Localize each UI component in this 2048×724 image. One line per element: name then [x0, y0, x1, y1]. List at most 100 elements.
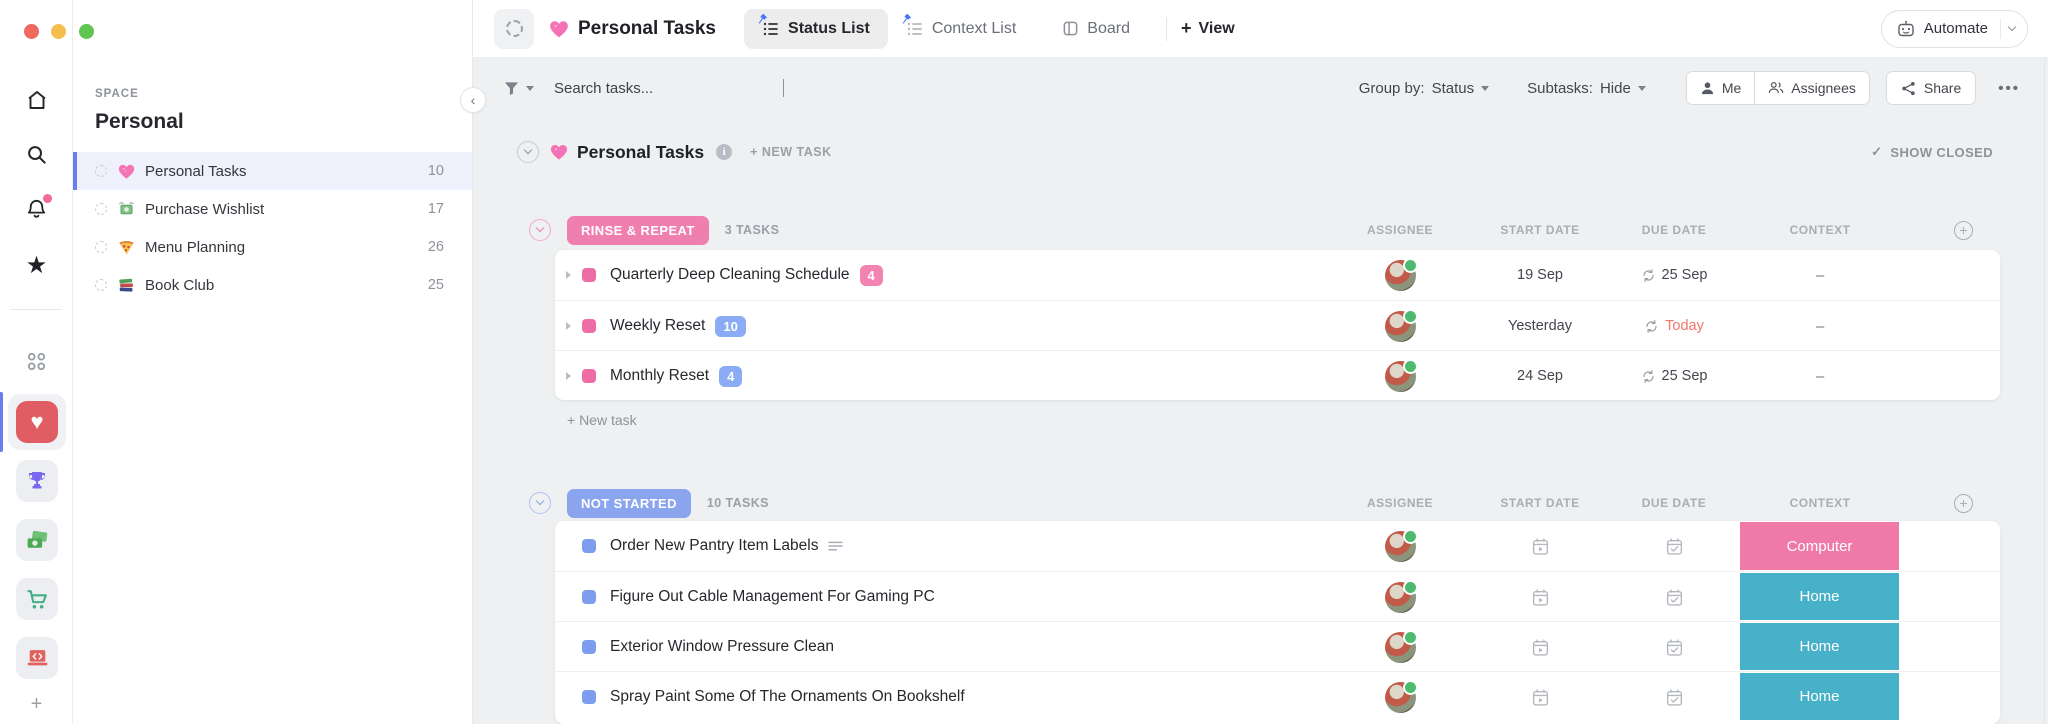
task-row[interactable]: Weekly Reset 10 Yesterday Today – [555, 300, 2000, 350]
assignee-avatar[interactable] [1384, 308, 1418, 342]
add-space-button[interactable]: + [0, 693, 73, 716]
subtask-count-badge[interactable]: 10 [715, 315, 746, 337]
spaces-grid-icon[interactable] [24, 349, 49, 374]
chevron-down-icon[interactable] [2007, 22, 2017, 31]
context-tag[interactable]: Computer [1740, 522, 1899, 570]
context-tag[interactable]: Home [1740, 573, 1899, 620]
tab-board[interactable]: Board [1044, 9, 1148, 49]
column-header-due-date[interactable]: DUE DATE [1614, 210, 1734, 250]
set-due-date[interactable] [1594, 622, 1754, 672]
list-icon-chip[interactable] [494, 8, 534, 49]
status-square-icon[interactable] [582, 319, 596, 333]
traffic-light-close[interactable] [24, 24, 39, 39]
info-icon[interactable]: i [716, 144, 733, 160]
expand-caret-icon[interactable] [566, 322, 571, 330]
group-status-badge[interactable]: NOT STARTED [567, 488, 691, 518]
sidebar-collapse-button[interactable]: ‹ [460, 87, 486, 113]
column-header-context[interactable]: CONTEXT [1760, 483, 1880, 523]
notifications-icon[interactable] [24, 194, 52, 221]
add-view-button[interactable]: + View [1181, 18, 1235, 39]
group-status-badge[interactable]: RINSE & REPEAT [567, 215, 709, 245]
assignee-avatar[interactable] [1384, 579, 1418, 613]
favorites-icon[interactable]: ★ [24, 253, 49, 278]
subtask-count-badge[interactable]: 4 [719, 365, 743, 387]
context-tag[interactable]: Home [1740, 673, 1899, 720]
due-date[interactable]: Today [1594, 301, 1754, 351]
traffic-light-minimize[interactable] [51, 24, 66, 39]
new-task-inline-button[interactable]: + New task [567, 412, 637, 428]
assignee-avatar[interactable] [1384, 679, 1418, 713]
column-header-assignee[interactable]: ASSIGNEE [1340, 210, 1460, 250]
assignee-avatar[interactable] [1384, 358, 1418, 392]
space-avatar-tech[interactable] [16, 637, 58, 679]
status-square-icon[interactable] [582, 590, 596, 604]
status-square-icon[interactable] [582, 640, 596, 654]
sidebar-item-menu-planning[interactable]: Menu Planning 26 [73, 228, 472, 266]
subtasks-select[interactable]: Subtasks: Hide [1527, 80, 1646, 97]
status-square-icon[interactable] [582, 539, 596, 553]
context-tag[interactable]: Home [1740, 623, 1899, 670]
sidebar-item-book-club[interactable]: Book Club 25 [73, 266, 472, 304]
context-value[interactable]: – [1740, 301, 1900, 351]
me-filter-button[interactable]: Me [1686, 72, 1755, 104]
tab-status-list[interactable]: Status List [744, 8, 888, 49]
task-row[interactable]: Quarterly Deep Cleaning Schedule 4 19 Se… [555, 250, 2000, 300]
show-closed-toggle[interactable]: ✓ SHOW CLOSED [1871, 144, 1993, 160]
column-header-due-date[interactable]: DUE DATE [1614, 483, 1734, 523]
column-header-assignee[interactable]: ASSIGNEE [1340, 483, 1460, 523]
column-header-context[interactable]: CONTEXT [1760, 210, 1880, 250]
status-square-icon[interactable] [582, 268, 596, 282]
space-avatar-personal[interactable]: ♥ [16, 401, 58, 443]
set-due-date[interactable] [1594, 672, 1754, 722]
set-due-date[interactable] [1594, 521, 1754, 571]
sidebar-item-purchase-wishlist[interactable]: Purchase Wishlist 17 [73, 190, 472, 228]
collapse-group-chevron[interactable] [529, 492, 551, 514]
sidebar-item-personal-tasks[interactable]: Personal Tasks 10 [73, 152, 472, 190]
share-button[interactable]: Share [1885, 71, 1977, 105]
collapse-group-chevron[interactable] [529, 219, 551, 241]
assignee-avatar[interactable] [1384, 629, 1418, 663]
more-options-button[interactable]: ••• [1998, 80, 2020, 97]
task-name[interactable]: Quarterly Deep Cleaning Schedule [610, 266, 850, 284]
task-row[interactable]: Monthly Reset 4 24 Sep 25 Sep – [555, 350, 2000, 400]
tab-context-list[interactable]: Context List [888, 9, 1034, 49]
subtask-count-badge[interactable]: 4 [859, 264, 883, 286]
add-column-button[interactable]: + [1954, 494, 1973, 513]
collapse-list-chevron[interactable] [517, 141, 539, 163]
space-avatar-shopping[interactable] [16, 578, 58, 620]
task-name[interactable]: Figure Out Cable Management For Gaming P… [610, 588, 935, 606]
task-name[interactable]: Monthly Reset [610, 367, 709, 385]
space-avatar-finance[interactable] [16, 519, 58, 561]
assignee-avatar[interactable] [1384, 257, 1418, 291]
traffic-light-zoom[interactable] [79, 24, 94, 39]
automate-button[interactable]: Automate [1880, 9, 2028, 48]
assignee-avatar[interactable] [1384, 528, 1418, 562]
task-row[interactable]: Spray Paint Some Of The Ornaments On Boo… [555, 671, 2000, 721]
task-name[interactable]: Spray Paint Some Of The Ornaments On Boo… [610, 688, 965, 706]
group-by-select[interactable]: Group by: Status [1359, 80, 1490, 97]
column-header-start-date[interactable]: START DATE [1480, 210, 1600, 250]
due-date[interactable]: 25 Sep [1594, 351, 1754, 401]
assignees-filter-button[interactable]: Assignees [1754, 72, 1869, 104]
task-name[interactable]: Weekly Reset [610, 317, 705, 335]
task-row[interactable]: Exterior Window Pressure Clean Home [555, 621, 2000, 671]
status-square-icon[interactable] [582, 690, 596, 704]
new-task-button[interactable]: + NEW TASK [750, 145, 832, 159]
filter-button[interactable] [503, 80, 534, 97]
search-expand-chevron[interactable] [783, 79, 785, 97]
due-date[interactable]: 25 Sep [1594, 250, 1754, 300]
expand-caret-icon[interactable] [566, 271, 571, 279]
status-square-icon[interactable] [582, 369, 596, 383]
add-column-button[interactable]: + [1954, 221, 1973, 240]
space-avatar-trophy[interactable] [16, 460, 58, 502]
task-name[interactable]: Exterior Window Pressure Clean [610, 638, 834, 656]
context-value[interactable]: – [1740, 351, 1900, 401]
expand-caret-icon[interactable] [566, 372, 571, 380]
home-icon[interactable] [24, 87, 49, 112]
column-header-start-date[interactable]: START DATE [1480, 483, 1600, 523]
search-input[interactable]: Search tasks... [554, 80, 653, 97]
task-row[interactable]: Figure Out Cable Management For Gaming P… [555, 571, 2000, 621]
context-value[interactable]: – [1740, 250, 1900, 300]
task-row[interactable]: Order New Pantry Item Labels Computer [555, 521, 2000, 571]
set-due-date[interactable] [1594, 572, 1754, 622]
